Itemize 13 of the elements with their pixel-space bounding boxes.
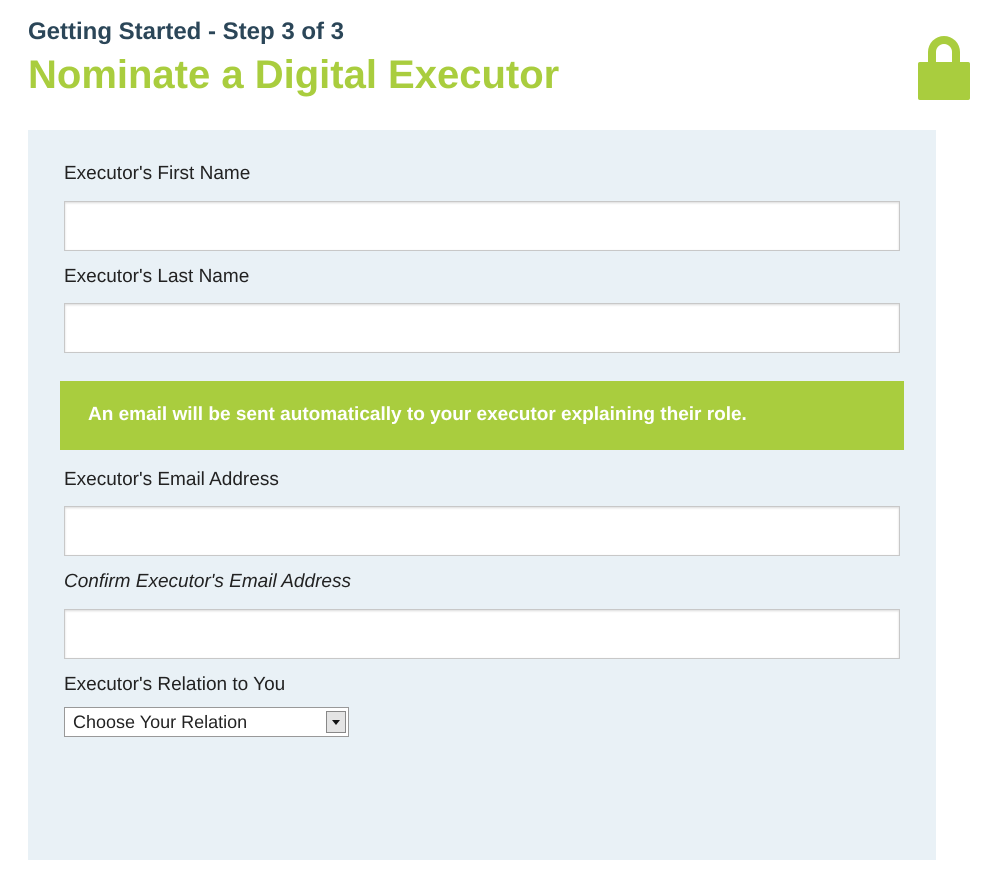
notice-banner: An email will be sent automatically to your executor explaining their role. xyxy=(60,381,904,450)
input-field[interactable] xyxy=(64,506,900,556)
field-label: Executor's Relation to You xyxy=(64,672,286,696)
field-label: Executor's First Name xyxy=(64,162,252,186)
page-title: Nominate a Digital Executor xyxy=(28,52,560,99)
input-field[interactable] xyxy=(64,200,900,250)
field-label: Executor's Email Address xyxy=(64,468,280,492)
relation-dropdown[interactable]: Choose Your Relation xyxy=(64,707,349,737)
step-indicator: Getting Started - Step 3 of 3 xyxy=(28,17,346,47)
field-label: Confirm Executor's Email Address xyxy=(64,570,352,594)
input-field[interactable] xyxy=(64,608,900,658)
field-label: Executor's Last Name xyxy=(64,264,250,288)
input-field[interactable] xyxy=(64,303,900,353)
